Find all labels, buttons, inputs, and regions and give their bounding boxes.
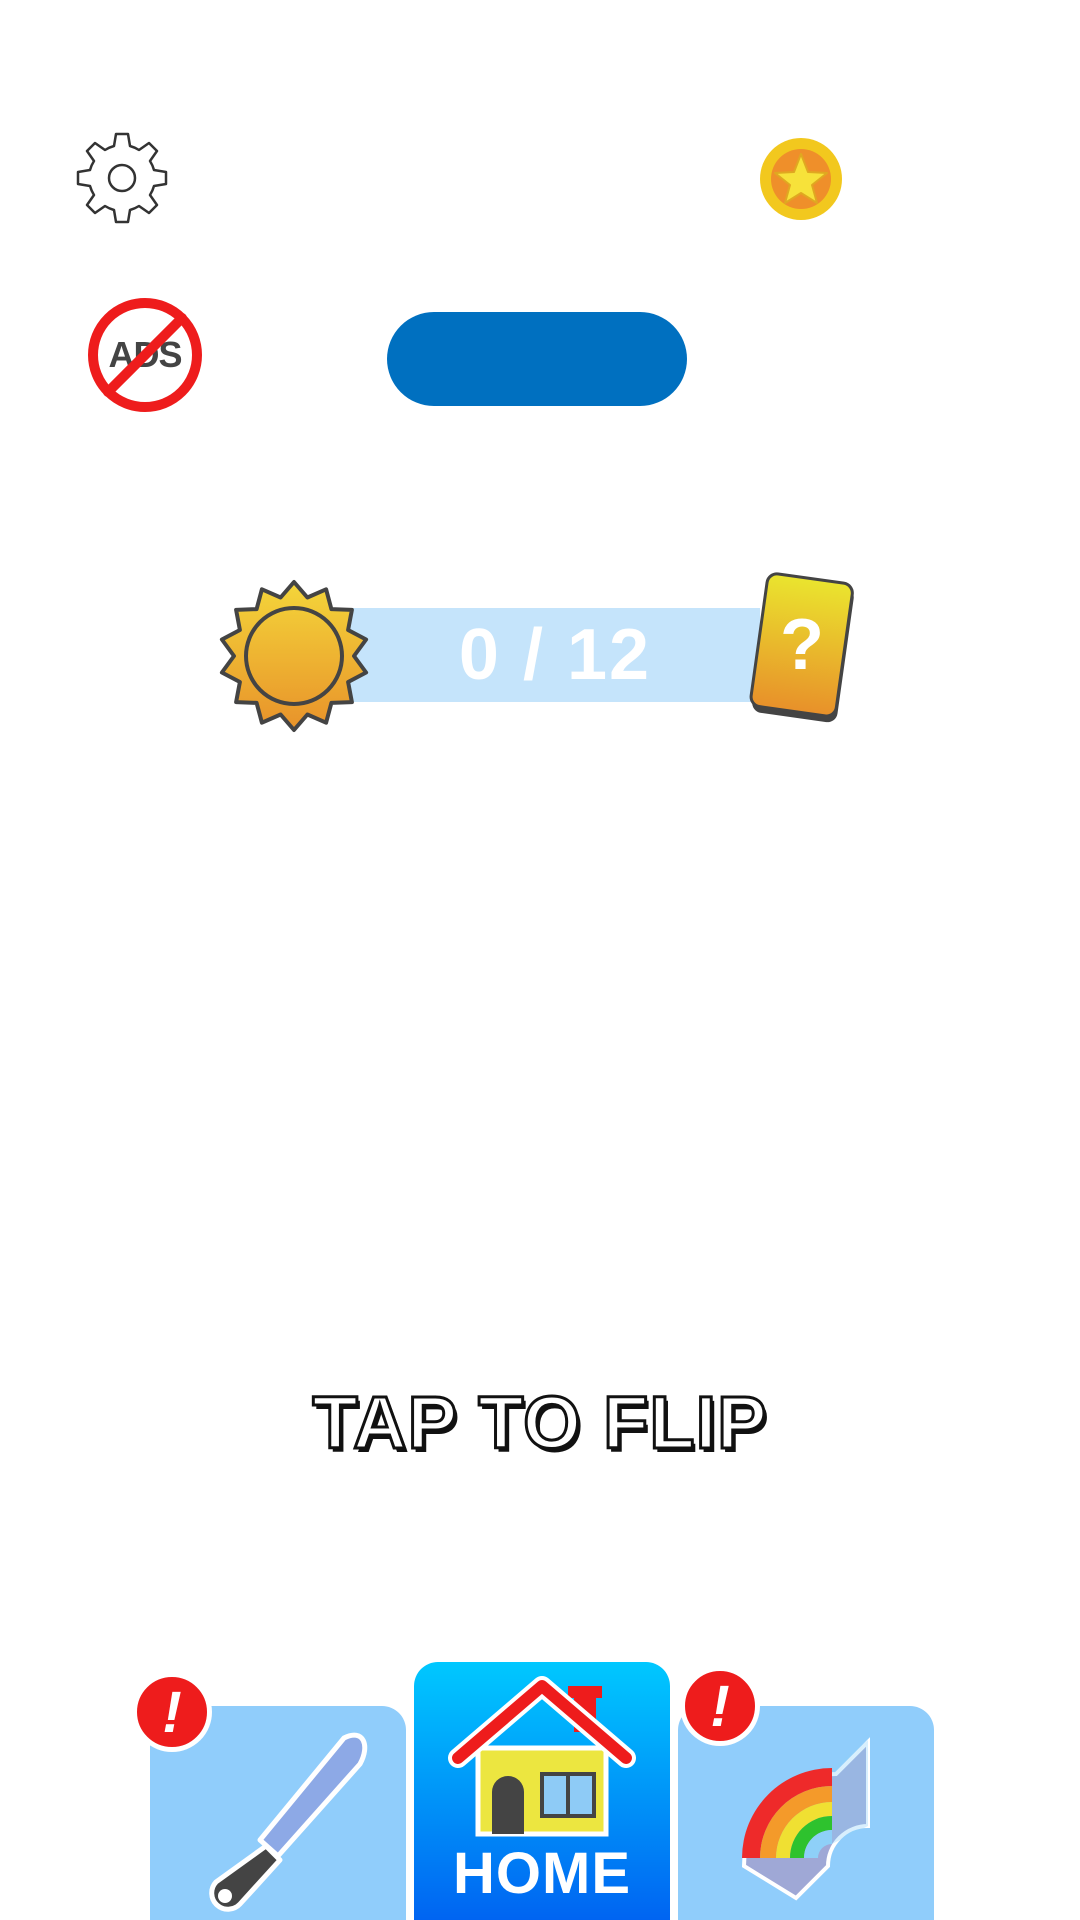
level-pill[interactable] [387,312,687,406]
settings-button[interactable] [72,128,172,228]
no-ads-icon [88,298,202,412]
alert-mark: ! [162,1679,182,1745]
no-ads-button[interactable]: ADS [86,296,204,414]
tab-home-label: HOME [453,1841,631,1906]
tap-to-flip-prompt[interactable]: TAP TO FLIP [0,1380,1080,1470]
progress-text: 0 / 12 [458,615,652,695]
sun-icon [214,576,374,736]
game-screen: ADS 0 / 12 [0,0,1080,1920]
alert-badge-knife: ! [132,1672,212,1752]
mystery-card-icon: ? [742,570,862,730]
alert-mark: ! [710,1673,730,1739]
alert-badge-rainbow: ! [680,1666,760,1746]
house-icon [448,1676,636,1837]
tab-home[interactable]: HOME [414,1662,670,1920]
gear-icon [76,132,168,224]
star-coin-icon [760,138,842,220]
mystery-card-symbol: ? [780,605,824,685]
coin-button[interactable] [758,136,844,222]
